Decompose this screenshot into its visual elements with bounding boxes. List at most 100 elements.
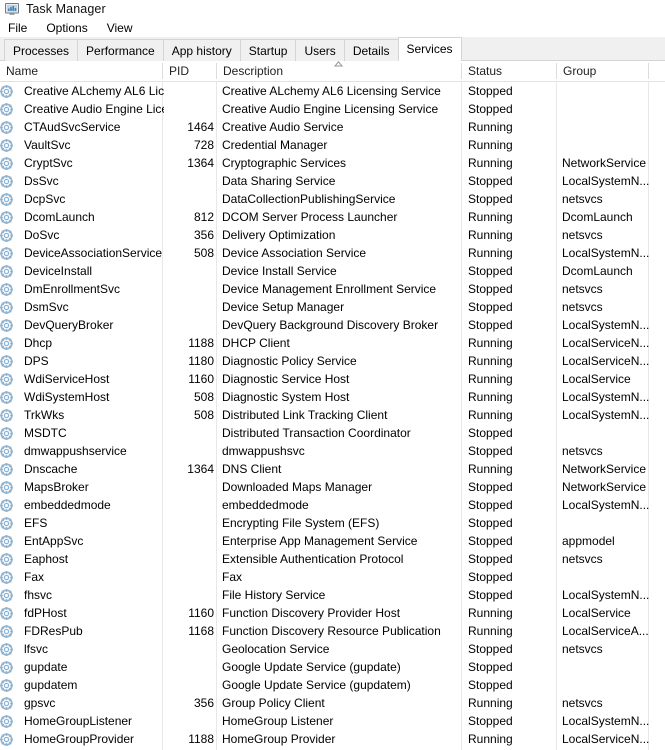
- cell-status: Running: [468, 354, 513, 368]
- table-row[interactable]: dmwappushservice dmwappushsvc Stopped netsv…: [0, 442, 665, 460]
- cell-name: DPS: [24, 354, 49, 368]
- table-row[interactable]: TrkWks 508 Distributed Link Tracking Clien…: [0, 406, 665, 424]
- cell-name: Dnscache: [24, 462, 78, 476]
- tab-details[interactable]: Details: [343, 39, 399, 61]
- cell-status: Running: [468, 390, 513, 404]
- table-row[interactable]: CTAudSvcService 1464 Creative Audio Servic…: [0, 118, 665, 136]
- table-row[interactable]: Eaphost Extensible Authentication Protoco…: [0, 550, 665, 568]
- cell-name: DmEnrollmentSvc: [24, 282, 121, 296]
- cell-group: [562, 424, 662, 442]
- table-row[interactable]: HomeGroupListener HomeGroup Listener Stopp…: [0, 712, 665, 730]
- table-row[interactable]: VaultSvc 728 Credential Manager Running: [0, 136, 665, 154]
- cell-status: Running: [468, 228, 513, 242]
- table-row[interactable]: Fax Fax Stopped: [0, 568, 665, 586]
- table-row[interactable]: EFS Encrypting File System (EFS) Stopped: [0, 514, 665, 532]
- cell-group: LocalSystemN...: [562, 408, 650, 422]
- table-row[interactable]: Creative Audio Engine Lice... Creative Au…: [0, 100, 665, 118]
- cell-group: NetworkService: [562, 462, 647, 476]
- cell-description: Diagnostic System Host: [222, 390, 350, 404]
- table-row[interactable]: DeviceAssociationService 508 Device Associ…: [0, 244, 665, 262]
- cell-group: NetworkService: [562, 156, 647, 170]
- cell-pid: [164, 550, 214, 568]
- menu-item-file[interactable]: File: [6, 20, 35, 36]
- table-row[interactable]: DevQueryBroker DevQuery Background Discov…: [0, 316, 665, 334]
- cell-group: [562, 676, 662, 694]
- table-row[interactable]: WdiServiceHost 1160 Diagnostic Service Hos…: [0, 370, 665, 388]
- cell-group: netsvcs: [562, 696, 603, 710]
- table-row[interactable]: DPS 1180 Diagnostic Policy Service Running L…: [0, 352, 665, 370]
- cell-pid: 1160: [188, 372, 214, 386]
- table-row[interactable]: DsmSvc Device Setup Manager Stopped netsvcs: [0, 298, 665, 316]
- table-row[interactable]: fdPHost 1160 Function Discovery Provider H…: [0, 604, 665, 622]
- table-row[interactable]: CryptSvc 1364 Cryptographic Services Runnin…: [0, 154, 665, 172]
- cell-pid: [164, 478, 214, 496]
- column-header-pid[interactable]: PID: [163, 61, 216, 81]
- cell-name: DoSvc: [24, 228, 60, 242]
- cell-description: DHCP Client: [222, 336, 290, 350]
- column-header-group[interactable]: Group: [557, 61, 648, 81]
- table-row[interactable]: gpsvc 356 Group Policy Client Running netsvc…: [0, 694, 665, 712]
- table-row[interactable]: DeviceInstall Device Install Service Stopp…: [0, 262, 665, 280]
- cell-pid: [164, 532, 214, 550]
- cell-description: Group Policy Client: [222, 696, 325, 710]
- table-row[interactable]: lfsvc Geolocation Service Stopped netsvcs: [0, 640, 665, 658]
- cell-pid: [164, 442, 214, 460]
- cell-name: HomeGroupListener: [24, 714, 133, 728]
- cell-name: fdPHost: [24, 606, 67, 620]
- table-row[interactable]: DmEnrollmentSvc Device Management Enrollm…: [0, 280, 665, 298]
- cell-pid: 356: [193, 228, 214, 242]
- table-row[interactable]: gupdate Google Update Service (gupdate) St…: [0, 658, 665, 676]
- cell-description: Device Setup Manager: [222, 300, 345, 314]
- column-header-status[interactable]: Status: [462, 61, 556, 81]
- cell-description: Device Install Service: [222, 264, 337, 278]
- table-row[interactable]: embeddedmode embeddedmode Stopped LocalSyst…: [0, 496, 665, 514]
- tab-startup[interactable]: Startup: [239, 39, 297, 61]
- table-row[interactable]: MSDTC Distributed Transaction Coordinator…: [0, 424, 665, 442]
- table-row[interactable]: Creative ALchemy AL6 Lice... Creative ALc…: [0, 82, 665, 100]
- cell-name: TrkWks: [24, 408, 65, 422]
- tab-users[interactable]: Users: [295, 39, 345, 61]
- tab-processes[interactable]: Processes: [4, 39, 79, 61]
- cell-group: LocalService: [562, 606, 631, 620]
- tab-services[interactable]: Services: [397, 37, 462, 61]
- menu-item-options[interactable]: Options: [44, 20, 95, 36]
- cell-pid: [164, 172, 214, 190]
- table-row[interactable]: DsSvc Data Sharing Service Stopped LocalSys…: [0, 172, 665, 190]
- cell-status: Running: [468, 606, 513, 620]
- cell-status: Stopped: [468, 84, 513, 98]
- table-row[interactable]: DcpSvc DataCollectionPublishingService Sto…: [0, 190, 665, 208]
- table-row[interactable]: FDResPub 1168 Function Discovery Resource …: [0, 622, 665, 640]
- cell-name: DeviceAssociationService: [24, 246, 163, 260]
- tab-app-history[interactable]: App history: [162, 39, 241, 61]
- cell-pid: 1160: [188, 606, 214, 620]
- cell-name: gupdatem: [24, 678, 78, 692]
- cell-name: dmwappushservice: [24, 444, 127, 458]
- cell-name: fhsvc: [24, 588, 53, 602]
- cell-status: Stopped: [468, 192, 513, 206]
- header-divider-2: [216, 63, 217, 79]
- table-row[interactable]: HomeGroupProvider 1188 HomeGroup Provider R…: [0, 730, 665, 748]
- cell-status: Stopped: [468, 174, 513, 188]
- table-row[interactable]: WdiSystemHost 508 Diagnostic System Host Ru…: [0, 388, 665, 406]
- table-row[interactable]: Dhcp 1188 DHCP Client Running LocalServiceN.…: [0, 334, 665, 352]
- cell-pid: 508: [193, 246, 214, 260]
- cell-pid: [164, 568, 214, 586]
- table-row[interactable]: fhsvc File History Service Stopped LocalSys…: [0, 586, 665, 604]
- table-row[interactable]: MapsBroker Downloaded Maps Manager Stopped…: [0, 478, 665, 496]
- menu-item-view[interactable]: View: [105, 20, 141, 36]
- table-row[interactable]: DoSvc 356 Delivery Optimization Running nets…: [0, 226, 665, 244]
- table-row[interactable]: gupdatem Google Update Service (gupdatem)…: [0, 676, 665, 694]
- table-row[interactable]: DcomLaunch 812 DCOM Server Process Launche…: [0, 208, 665, 226]
- cell-name: EFS: [24, 516, 48, 530]
- tab-performance[interactable]: Performance: [77, 39, 164, 61]
- cell-description: Creative Audio Engine Licensing Service: [222, 102, 439, 116]
- table-row[interactable]: Dnscache 1364 DNS Client Running NetworkServ…: [0, 460, 665, 478]
- cell-name: gupdate: [24, 660, 68, 674]
- cell-status: Stopped: [468, 570, 513, 584]
- cell-status: Running: [468, 462, 513, 476]
- cell-description: Delivery Optimization: [222, 228, 336, 242]
- table-row[interactable]: EntAppSvc Enterprise App Management Servi…: [0, 532, 665, 550]
- column-header-name[interactable]: Name: [0, 61, 162, 81]
- cell-name: DcomLaunch: [24, 210, 95, 224]
- window-title: Task Manager: [26, 2, 106, 16]
